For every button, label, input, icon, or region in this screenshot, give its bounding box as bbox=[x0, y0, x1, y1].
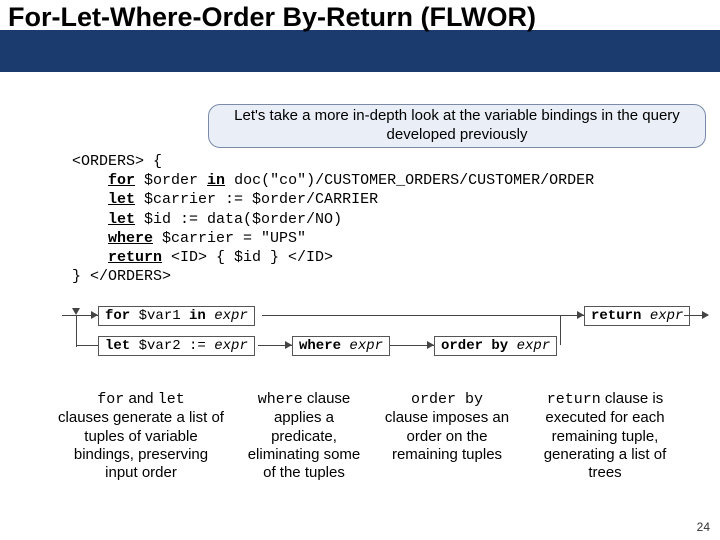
kw: let bbox=[158, 391, 185, 408]
connector bbox=[560, 315, 561, 345]
intro-text: Let's take a more in-depth look at the v… bbox=[219, 107, 695, 145]
code-block: <ORDERS> { for $order in doc("co")/CUSTO… bbox=[72, 152, 594, 286]
connector bbox=[262, 315, 584, 316]
explain-row: for and let clauses generate a list of t… bbox=[0, 390, 720, 482]
kw-let2: let bbox=[108, 211, 135, 228]
connector bbox=[76, 345, 98, 346]
arrow-icon bbox=[91, 311, 98, 319]
box-for: for $var1 in expr bbox=[98, 306, 255, 326]
connector bbox=[76, 315, 77, 347]
code-l5: $carrier = "UPS" bbox=[153, 230, 306, 247]
txt: $var2 := bbox=[130, 338, 214, 354]
box-orderby: order by expr bbox=[434, 336, 557, 356]
arrow-icon bbox=[72, 308, 80, 315]
kw: in bbox=[189, 308, 206, 324]
explain-where: where clause applies a predicate, elimin… bbox=[244, 390, 364, 482]
kw: order by bbox=[441, 338, 508, 354]
kw: for bbox=[97, 391, 124, 408]
expr: expr bbox=[508, 338, 550, 354]
kw-return: return bbox=[108, 249, 162, 266]
kw: return bbox=[547, 391, 601, 408]
code-l7: } </ORDERS> bbox=[72, 268, 171, 285]
arrow-icon bbox=[427, 341, 434, 349]
title-bar bbox=[0, 30, 720, 72]
box-return: return expr bbox=[584, 306, 690, 326]
arrow-icon bbox=[577, 311, 584, 319]
box-let: let $var2 := expr bbox=[98, 336, 255, 356]
txt: $var1 bbox=[130, 308, 189, 324]
kw: for bbox=[105, 308, 130, 324]
kw: return bbox=[591, 308, 641, 324]
explain-return: return clause is executed for each remai… bbox=[530, 390, 680, 482]
code-l4: $id := data($order/NO) bbox=[135, 211, 342, 228]
code-l3: $carrier := $order/CARRIER bbox=[135, 191, 378, 208]
kw-in: in bbox=[207, 172, 225, 189]
code-l6: <ID> { $id } </ID> bbox=[162, 249, 333, 266]
explain-for-let: for and let clauses generate a list of t… bbox=[56, 390, 226, 482]
kw: let bbox=[105, 338, 130, 354]
kw: where bbox=[258, 391, 303, 408]
txt: clause imposes an order on the remaining… bbox=[385, 409, 509, 463]
slide-number: 24 bbox=[697, 520, 710, 534]
kw-for: for bbox=[108, 172, 135, 189]
kw: where bbox=[299, 338, 341, 354]
explain-orderby: order byclause imposes an order on the r… bbox=[382, 390, 512, 482]
code-l2a: $order bbox=[135, 172, 207, 189]
intro-callout: Let's take a more in-depth look at the v… bbox=[208, 104, 706, 148]
expr: expr bbox=[214, 338, 248, 354]
txt: clauses generate a list of tuples of var… bbox=[58, 409, 224, 481]
box-where: where expr bbox=[292, 336, 390, 356]
arrow-icon bbox=[702, 311, 709, 319]
slide-title: For-Let-Where-Order By-Return (FLWOR) bbox=[8, 2, 536, 33]
kw-where: where bbox=[108, 230, 153, 247]
expr: expr bbox=[341, 338, 383, 354]
arrow-icon bbox=[285, 341, 292, 349]
expr: expr bbox=[641, 308, 683, 324]
code-l1: <ORDERS> { bbox=[72, 153, 162, 170]
kw: order by bbox=[411, 391, 483, 408]
kw-let1: let bbox=[108, 191, 135, 208]
code-l2b: doc("co")/CUSTOMER_ORDERS/CUSTOMER/ORDER bbox=[225, 172, 594, 189]
expr: expr bbox=[206, 308, 248, 324]
txt: and bbox=[124, 390, 157, 407]
